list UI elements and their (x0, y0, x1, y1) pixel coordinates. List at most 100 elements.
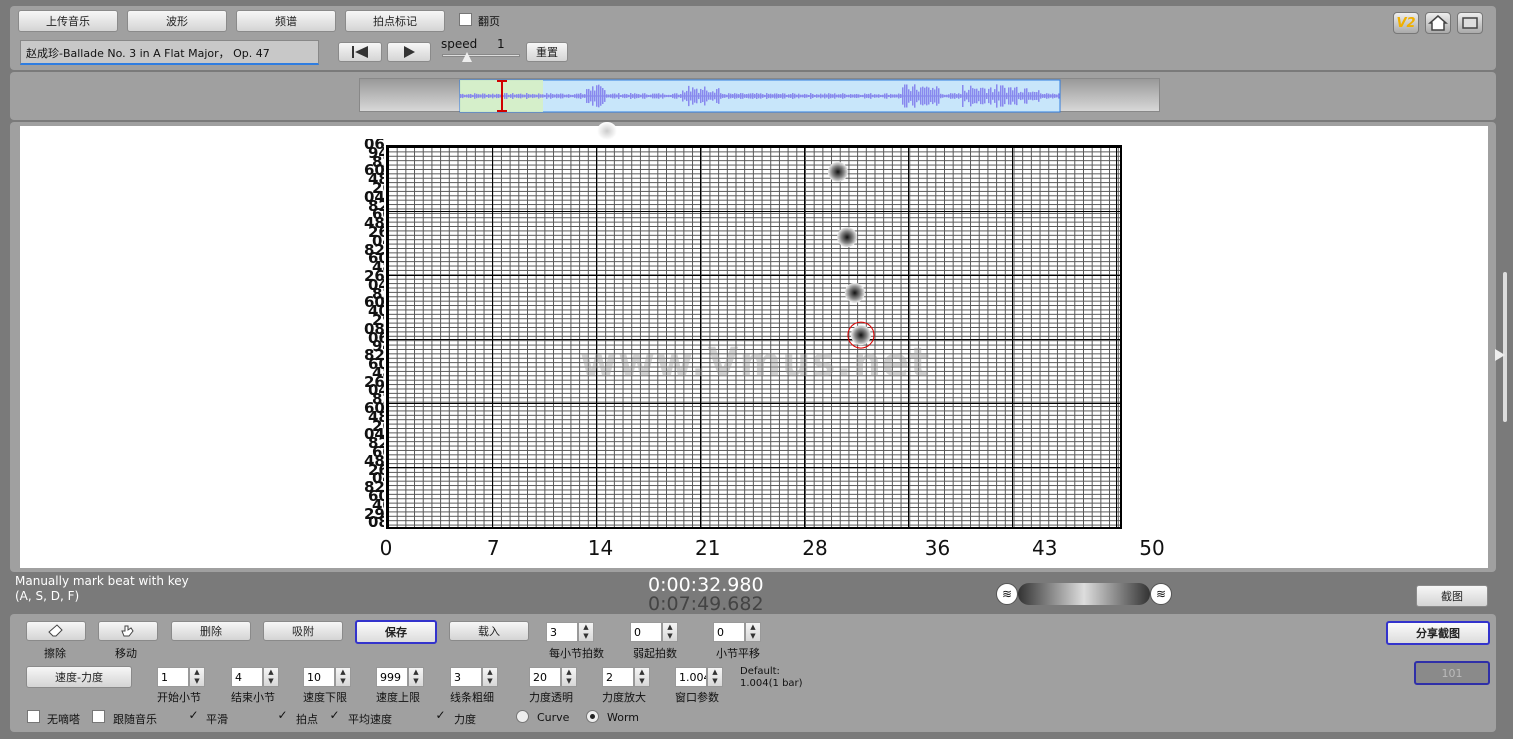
screenshot-button[interactable]: 截图 (1416, 585, 1488, 607)
beats-per-bar-label: 每小节拍数 (549, 647, 604, 660)
move-label: 移动 (115, 647, 137, 660)
speed-slider-thumb[interactable] (462, 52, 472, 62)
dynamics-label: 力度 (454, 713, 476, 726)
param-label: 速度下限 (303, 691, 347, 704)
default-note-1: Default: (740, 666, 780, 677)
param-input[interactable] (157, 667, 189, 687)
disabled-101-button: 101 (1414, 661, 1490, 685)
bar-shift-input[interactable] (713, 622, 745, 642)
param-arrows[interactable]: ▲ ▼ (189, 667, 205, 687)
erase-button[interactable] (26, 621, 86, 641)
pickup-beats-input[interactable] (630, 622, 662, 642)
waveform-zoom-control[interactable]: ≋ ≋ (996, 582, 1172, 606)
dynamics-checkmark-icon[interactable]: ✓ (434, 709, 447, 722)
default-note-2: 1.004(1 bar) (740, 678, 803, 689)
worm-radio[interactable] (586, 710, 599, 723)
play-icon (404, 46, 415, 58)
param-input[interactable] (602, 667, 634, 687)
song-title-text: 赵成珍-Ballade No. 3 in A Flat Major， Op. 4… (26, 47, 270, 60)
speed-slider-track[interactable] (442, 54, 520, 57)
worm-label: Worm (607, 711, 640, 724)
chart-canvas[interactable]: 0694826048260482604826048260482604826040… (20, 122, 1488, 568)
param-label: 线条粗细 (450, 691, 494, 704)
beat-point-checkmark-icon[interactable]: ✓ (276, 709, 289, 722)
param-input[interactable] (303, 667, 335, 687)
delete-button[interactable]: 删除 (171, 621, 251, 641)
param-arrows[interactable]: ▲ ▼ (634, 667, 650, 687)
param-label: 结束小节 (231, 691, 275, 704)
beat-mark-button[interactable]: 拍点标记 (345, 10, 445, 32)
beat-point[interactable] (837, 227, 858, 248)
follow-music-checkbox[interactable] (92, 710, 105, 723)
upload-music-button[interactable]: 上传音乐 (18, 10, 118, 32)
param-arrows[interactable]: ▲ ▼ (707, 667, 723, 687)
beats-per-bar-arrows[interactable]: ▲ ▼ (578, 622, 594, 642)
hint-text-1: Manually mark beat with key (15, 574, 189, 588)
waveform-svg (459, 79, 1061, 113)
speed-reset-button[interactable]: 重置 (526, 42, 568, 62)
v2-label: V2 (1396, 15, 1416, 31)
beat-point[interactable] (844, 282, 865, 303)
param-input[interactable] (376, 667, 408, 687)
waveform-overview[interactable] (359, 78, 1160, 113)
hand-icon (121, 625, 134, 637)
hint-text-2: (A, S, D, F) (15, 589, 80, 603)
param-arrows[interactable]: ▲ ▼ (335, 667, 351, 687)
snap-button[interactable]: 吸附 (263, 621, 343, 641)
param-label: 开始小节 (157, 691, 201, 704)
skip-to-start-button[interactable] (338, 42, 382, 62)
save-button[interactable]: 保存 (355, 620, 437, 644)
zoom-in-wave-icon[interactable]: ≋ (1150, 583, 1172, 605)
home-icon[interactable] (1425, 12, 1451, 34)
play-button[interactable] (387, 42, 431, 62)
zoom-out-wave-icon[interactable]: ≋ (996, 583, 1018, 605)
param-input[interactable] (529, 667, 561, 687)
curve-radio[interactable] (516, 710, 529, 723)
smooth-label: 平滑 (206, 713, 228, 726)
share-screenshot-button[interactable]: 分享截图 (1386, 621, 1490, 645)
curve-label: Curve (537, 711, 570, 724)
spectrum-button[interactable]: 频谱 (236, 10, 336, 32)
fullscreen-icon[interactable] (1457, 12, 1483, 34)
param-arrows[interactable]: ▲ ▼ (561, 667, 577, 687)
beats-per-bar-input[interactable] (546, 622, 578, 642)
avg-speed-checkmark-icon[interactable]: ✓ (328, 709, 341, 722)
v2-icon[interactable]: V2 (1393, 12, 1419, 34)
param-label: 力度透明 (529, 691, 573, 704)
param-arrows[interactable]: ▲ ▼ (408, 667, 424, 687)
zoom-slider[interactable] (1018, 583, 1150, 605)
bar-shift-label: 小节平移 (716, 647, 760, 660)
param-label: 窗口参数 (675, 691, 719, 704)
param-arrows[interactable]: ▲ ▼ (482, 667, 498, 687)
param-label: 速度上限 (376, 691, 420, 704)
speed-dynamics-button[interactable]: 速度-力度 (26, 666, 132, 688)
no-metronome-checkbox[interactable] (27, 710, 40, 723)
beat-point[interactable] (827, 161, 848, 182)
param-input[interactable] (231, 667, 263, 687)
beat-point-label: 拍点 (296, 713, 318, 726)
param-input[interactable] (675, 667, 707, 687)
smooth-checkmark-icon[interactable]: ✓ (187, 709, 200, 722)
beat-points (827, 161, 875, 349)
load-button[interactable]: 载入 (449, 621, 529, 641)
param-arrows[interactable]: ▲ ▼ (263, 667, 279, 687)
move-button[interactable] (98, 621, 158, 641)
pickup-beats-label: 弱起拍数 (633, 647, 677, 660)
right-scroll-arrow-icon[interactable] (1495, 349, 1505, 361)
eraser-icon (48, 624, 63, 637)
total-time: 0:07:49.682 (648, 593, 764, 615)
param-input[interactable] (450, 667, 482, 687)
bar-shift-arrows[interactable]: ▲ ▼ (745, 622, 761, 642)
follow-music-label: 跟随音乐 (113, 713, 157, 726)
flip-page-checkbox[interactable] (459, 13, 472, 26)
waveform-button[interactable]: 波形 (127, 10, 227, 32)
pickup-beats-arrows[interactable]: ▲ ▼ (662, 622, 678, 642)
param-label: 力度放大 (602, 691, 646, 704)
speed-label: speed (441, 37, 478, 51)
beat-point[interactable] (850, 325, 871, 346)
song-title-field[interactable]: 赵成珍-Ballade No. 3 in A Flat Major， Op. 4… (20, 40, 319, 65)
avg-speed-label: 平均速度 (348, 713, 392, 726)
erase-label: 擦除 (44, 647, 66, 660)
speed-value: 1 (497, 37, 505, 51)
right-scrollbar[interactable] (1503, 272, 1507, 422)
